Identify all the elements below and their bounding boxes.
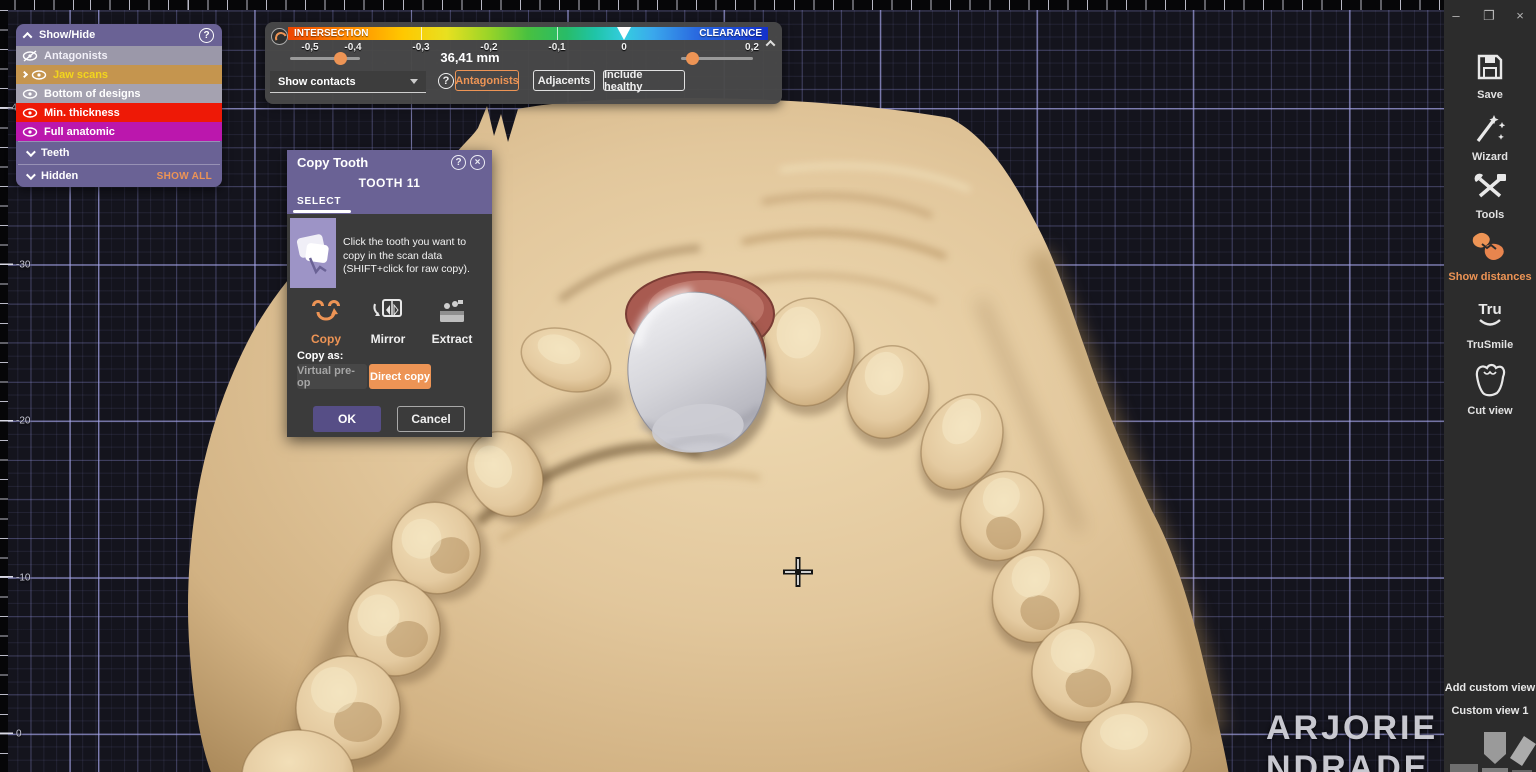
- collapse-chevron-icon: [23, 31, 33, 41]
- dialog-title: Copy Tooth: [297, 155, 368, 170]
- sidebar-item-save[interactable]: Save: [1444, 52, 1536, 101]
- distance-gradient-bar[interactable]: INTERSECTION CLEARANCE: [288, 27, 768, 40]
- tools-icon: [1473, 172, 1507, 202]
- eye-icon: [31, 69, 47, 81]
- intersection-slider-handle[interactable]: [334, 52, 347, 65]
- intersection-label: INTERSECTION: [294, 27, 368, 40]
- tick-label: 0: [621, 42, 627, 53]
- eye-hidden-icon: [22, 50, 38, 62]
- distance-toolbar: INTERSECTION CLEARANCE -0,5 -0,4 -0,3 -0…: [265, 22, 782, 104]
- copy-icon: [309, 298, 343, 324]
- clearance-label: CLEARANCE: [699, 27, 762, 40]
- antagonists-button[interactable]: Antagonists: [455, 70, 519, 91]
- tick-label: 0,2: [745, 42, 759, 53]
- sidebar-item-trusmile[interactable]: Tru TruSmile: [1444, 298, 1536, 351]
- help-icon[interactable]: ?: [451, 155, 466, 170]
- show-contacts-dropdown[interactable]: Show contacts: [270, 71, 426, 93]
- gradient-tick: [421, 27, 422, 40]
- layer-row-jaw-scans[interactable]: Jaw scans: [16, 65, 222, 84]
- copy-as-label: Copy as:: [297, 350, 343, 362]
- minimize-button[interactable]: –: [1448, 8, 1464, 24]
- direct-copy-button[interactable]: Direct copy: [369, 364, 431, 389]
- layer-row-min-thickness[interactable]: Min. thickness: [16, 103, 222, 122]
- watermark-text: ARJORIE NDRADE: [1266, 708, 1438, 772]
- ok-button[interactable]: OK: [313, 406, 381, 432]
- toolbar-collapse-button[interactable]: [767, 34, 774, 52]
- viewport-3d[interactable]: ARJORIE NDRADE: [8, 10, 1444, 772]
- svg-text:Tru: Tru: [1478, 301, 1501, 318]
- show-distances-icon: [1470, 230, 1510, 264]
- eye-icon: [22, 88, 38, 100]
- cancel-button[interactable]: Cancel: [397, 406, 465, 432]
- gradient-tick: [557, 27, 558, 40]
- jaw-scan-model[interactable]: [8, 10, 1444, 772]
- help-icon[interactable]: ?: [438, 73, 454, 89]
- trusmile-icon: Tru: [1470, 298, 1510, 332]
- dialog-instruction: Click the tooth you want to copy in the …: [343, 236, 487, 277]
- layer-row-full-anatomic[interactable]: Full anatomic: [16, 122, 222, 141]
- tick-label: -0,4: [344, 42, 361, 53]
- expand-chevron-icon: [21, 71, 28, 78]
- crosshair-cursor: [783, 557, 813, 587]
- gauge-icon[interactable]: [271, 28, 288, 45]
- help-icon[interactable]: ?: [199, 28, 214, 43]
- dropdown-caret-icon: [410, 79, 418, 84]
- custom-view-1-button[interactable]: Custom view 1: [1444, 705, 1536, 717]
- sidebar-item-tools[interactable]: Tools: [1444, 172, 1536, 221]
- virtual-pre-op-button[interactable]: Virtual pre-op: [297, 364, 367, 389]
- dialog-subtitle: TOOTH 11: [287, 176, 492, 190]
- cut-view-icon: [1470, 360, 1510, 398]
- layer-row-bottom-of-designs[interactable]: Bottom of designs: [16, 84, 222, 103]
- tab-select[interactable]: SELECT: [297, 196, 341, 207]
- eye-icon: [22, 126, 38, 138]
- tab-underline: [293, 210, 351, 213]
- group-row-teeth[interactable]: Teeth: [18, 141, 220, 164]
- distance-value: 36,41 mm: [390, 50, 550, 65]
- mode-copy[interactable]: Copy: [297, 298, 355, 346]
- ruler-top: [0, 0, 1444, 10]
- app-logo: [1444, 728, 1536, 772]
- panel-title: Show/Hide: [39, 29, 199, 41]
- application-window: ARJORIE NDRADE -4 -30 -20 -10 0 Show/Hid…: [0, 0, 1536, 772]
- clearance-slider[interactable]: [681, 57, 753, 60]
- intersection-slider[interactable]: [290, 57, 360, 60]
- mode-extract[interactable]: Extract: [423, 298, 481, 346]
- restore-button[interactable]: ❐: [1481, 8, 1497, 24]
- show-hide-header[interactable]: Show/Hide ?: [16, 24, 222, 46]
- save-icon: [1475, 52, 1505, 82]
- collapsed-chevron-icon: [26, 170, 36, 180]
- copy-tooth-dialog: Copy Tooth ? × TOOTH 11 SELECT Click the…: [287, 150, 492, 437]
- collapsed-chevron-icon: [26, 147, 36, 157]
- sidebar-item-cut-view[interactable]: Cut view: [1444, 360, 1536, 417]
- eye-icon: [22, 107, 38, 119]
- mirror-icon: [371, 298, 405, 324]
- show-hide-panel: Show/Hide ? Antagonists Jaw scans Bottom…: [16, 24, 222, 187]
- tick-label: -0,1: [548, 42, 565, 53]
- click-tooth-icon: [290, 218, 336, 288]
- zero-marker-icon: [617, 27, 631, 40]
- sidebar-item-show-distances[interactable]: Show distances: [1444, 230, 1536, 283]
- adjacents-button[interactable]: Adjacents: [533, 70, 595, 91]
- ruler-left: [0, 10, 8, 772]
- add-custom-view-button[interactable]: Add custom view: [1444, 682, 1536, 694]
- clearance-slider-handle[interactable]: [686, 52, 699, 65]
- close-icon[interactable]: ×: [470, 155, 485, 170]
- wizard-icon: [1473, 112, 1507, 144]
- sidebar-item-wizard[interactable]: Wizard: [1444, 112, 1536, 163]
- group-row-hidden[interactable]: Hidden SHOW ALL: [18, 164, 220, 187]
- layer-row-antagonists[interactable]: Antagonists: [16, 46, 222, 65]
- extract-icon: [435, 298, 469, 324]
- show-all-button[interactable]: SHOW ALL: [157, 171, 212, 182]
- right-sidebar: – ❐ × Save Wizard: [1444, 0, 1536, 772]
- close-button[interactable]: ×: [1512, 8, 1528, 24]
- tick-label: -0,5: [301, 42, 318, 53]
- mode-mirror[interactable]: Mirror: [359, 298, 417, 346]
- include-healthy-button[interactable]: Include healthy: [603, 70, 685, 91]
